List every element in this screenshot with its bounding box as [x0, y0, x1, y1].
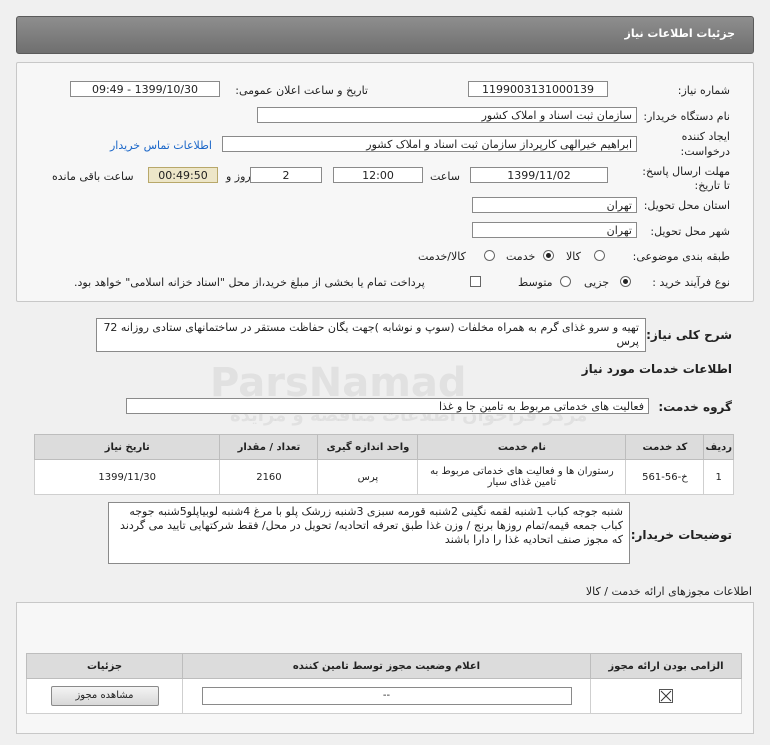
license-table: الزامی بودن ارائه مجوز اعلام وضعیت مجوز … [26, 653, 742, 714]
cell-qty: 2160 [219, 459, 319, 495]
category-label: طبقه بندی موضوعی: [632, 250, 730, 263]
view-license-button[interactable]: مشاهده مجوز [50, 686, 159, 706]
category-radio-both[interactable] [484, 250, 495, 261]
category-option-both: کالا/خدمت [418, 250, 466, 263]
license-row: -- مشاهده مجوز [26, 678, 742, 714]
need-number-label: شماره نیاز: [677, 84, 730, 97]
license-section-title: اطلاعات مجوزهای ارائه خدمت / کالا [585, 585, 752, 598]
service-group-label: گروه خدمت: [658, 400, 732, 414]
col-license-required: الزامی بودن ارائه مجوز [590, 653, 742, 679]
table-row: 1 خ-56-561 رستوران ها و فعالیت های خدمات… [33, 459, 734, 495]
col-qty: تعداد / مقدار [219, 434, 319, 460]
license-required-cell [590, 678, 742, 714]
deadline-days-field: 2 [250, 167, 322, 183]
cell-code: خ-56-561 [625, 459, 705, 495]
treasury-payment-checkbox[interactable] [470, 276, 481, 287]
service-group-field: فعالیت های خدماتی مربوط به تامین جا و غذ… [126, 398, 649, 414]
license-header-row: الزامی بودن ارائه مجوز اعلام وضعیت مجوز … [26, 653, 742, 679]
announce-label: تاریخ و ساعت اعلان عمومی: [235, 84, 368, 97]
remaining-timer: 00:49:50 [148, 167, 218, 183]
col-row: ردیف [703, 434, 734, 460]
deadline-label-1: مهلت ارسال پاسخ: [642, 165, 730, 178]
services-heading: اطلاعات خدمات مورد نیاز [581, 362, 732, 376]
description-box: تهیه و سرو غذای گرم به همراه مخلفات (سوپ… [96, 318, 646, 352]
deadline-label-2: تا تاریخ: [694, 179, 730, 192]
requester-label-1: ایجاد کننده [681, 130, 730, 143]
province-field: تهران [472, 197, 637, 213]
deadline-time-label: ساعت [430, 170, 460, 183]
items-header-row: ردیف کد خدمت نام خدمت واحد اندازه گیری ت… [33, 434, 734, 460]
process-option-medium: متوسط [518, 276, 553, 289]
col-unit: واحد اندازه گیری [317, 434, 419, 460]
deadline-days-label: روز و [226, 170, 251, 183]
process-radio-medium[interactable] [560, 276, 571, 287]
deadline-time-field: 12:00 [333, 167, 423, 183]
page-title: جزئیات اطلاعات نیاز [624, 27, 736, 40]
cell-row: 1 [703, 459, 734, 495]
buyer-notes-box: شنبه جوجه کباب 1شنبه لقمه نگینی 2شنبه قو… [108, 502, 630, 564]
license-status-cell: -- [182, 678, 591, 714]
requester-label-2: درخواست: [680, 145, 730, 158]
announce-field: 1399/10/30 - 09:49 [70, 81, 220, 97]
buyer-org-field: سازمان ثبت اسناد و املاک کشور [257, 107, 637, 123]
requester-field: ابراهیم خیرالهی کارپرداز سازمان ثبت اسنا… [222, 136, 637, 152]
buyer-contact-link[interactable]: اطلاعات تماس خریدار [110, 139, 212, 152]
city-label: شهر محل تحویل: [650, 225, 730, 238]
process-label: نوع فرآیند خرید : [652, 276, 730, 289]
col-name: نام خدمت [417, 434, 627, 460]
cell-unit: پرس [317, 459, 419, 495]
buyer-org-label: نام دستگاه خریدار: [643, 110, 730, 123]
license-details-cell: مشاهده مجوز [26, 678, 183, 714]
need-number-field: 1199003131000139 [468, 81, 608, 97]
col-license-details: جزئیات [26, 653, 183, 679]
license-status-select[interactable]: -- [201, 687, 572, 705]
category-option-service: خدمت [506, 250, 536, 263]
col-code: کد خدمت [625, 434, 705, 460]
city-field: تهران [472, 222, 637, 238]
treasury-payment-note: پرداخت تمام یا بخشی از مبلغ خرید،از محل … [74, 276, 425, 289]
cell-date: 1399/11/30 [33, 459, 221, 495]
col-date: تاریخ نیاز [33, 434, 221, 460]
province-label: استان محل تحویل: [643, 199, 730, 212]
deadline-date-field: 1399/11/02 [470, 167, 608, 183]
process-option-minor: جزیی [584, 276, 610, 289]
col-license-status: اعلام وضعیت مجوز توسط تامین کننده [182, 653, 591, 679]
category-radio-goods[interactable] [594, 250, 605, 261]
category-radio-service[interactable] [543, 250, 554, 261]
cell-name: رستوران ها و فعالیت های خدماتی مربوط به … [417, 459, 627, 495]
buyer-notes-label: توضیحات خریدار: [630, 528, 732, 542]
items-table: ردیف کد خدمت نام خدمت واحد اندازه گیری ت… [33, 434, 734, 495]
remaining-label: ساعت باقی مانده [52, 170, 134, 183]
checkbox-x-icon [659, 689, 673, 703]
process-radio-minor[interactable] [620, 276, 631, 287]
category-option-goods: کالا [566, 250, 581, 263]
description-label: شرح کلی نیاز: [646, 328, 732, 342]
page-header: جزئیات اطلاعات نیاز [16, 16, 754, 54]
